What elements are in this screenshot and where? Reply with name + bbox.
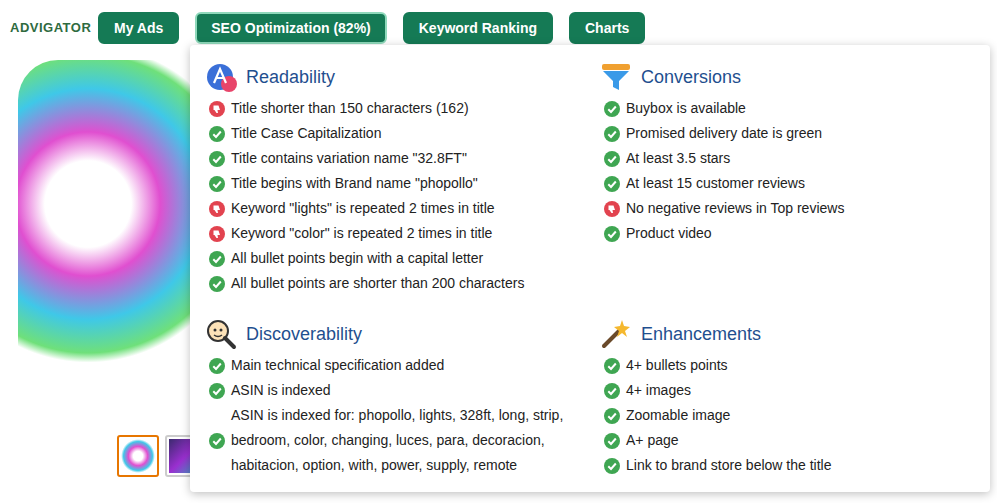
nav-tab[interactable]: Keyword Ranking (403, 12, 553, 44)
check-item-text: Title contains variation name "32.8FT" (231, 146, 467, 171)
check-icon (604, 101, 620, 117)
check-item-text: Main technical specification added (231, 353, 444, 378)
check-item-text: Link to brand store below the title (626, 453, 831, 478)
check-item-text: Title Case Capitalization (231, 121, 381, 146)
check-item: Keyword "lights" is repeated 2 times in … (205, 196, 600, 221)
nav-tab[interactable]: SEO Optimization (82%) (195, 12, 386, 44)
section-title: Enhancements (641, 321, 761, 348)
section: Readability Title shorter than 150 charac… (205, 61, 600, 296)
check-icon (604, 458, 620, 474)
check-item: Main technical specification added (205, 353, 600, 378)
check-item: A+ page (600, 428, 990, 453)
check-item-text: Title shorter than 150 characters (162) (231, 96, 469, 121)
check-icon (604, 226, 620, 242)
nav-tab-label: SEO Optimization (82%) (211, 18, 370, 39)
nav-tab[interactable]: Charts (569, 12, 645, 44)
thumbs-down-icon (209, 201, 225, 217)
thumbs-down-icon (604, 201, 620, 217)
check-item-text: Keyword "color" is repeated 2 times in t… (231, 221, 492, 246)
readability-icon (205, 61, 237, 93)
thumbnail[interactable] (117, 435, 159, 477)
check-item: Buybox is available (600, 96, 990, 121)
thumbnail-image (121, 439, 155, 473)
check-item-text: 4+ images (626, 378, 691, 403)
nav-tab-label: Charts (585, 18, 629, 39)
section: Enhancements 4+ bullets points4+ imagesZo… (600, 318, 990, 478)
check-icon (209, 276, 225, 292)
check-item: At least 15 customer reviews (600, 171, 990, 196)
thumbs-down-icon (209, 101, 225, 117)
check-item: ASIN is indexed for: phopollo, lights, 3… (205, 403, 600, 478)
discoverability-icon (205, 318, 237, 350)
conversions-icon (600, 61, 632, 93)
check-item: Zoomable image (600, 403, 990, 428)
nav-tab-label: Keyword Ranking (419, 18, 537, 39)
check-icon (209, 251, 225, 267)
check-icon (604, 408, 620, 424)
check-item: At least 3.5 stars (600, 146, 990, 171)
seo-panel: Readability Title shorter than 150 charac… (190, 45, 990, 492)
check-item-text: All bullet points begin with a capital l… (231, 246, 483, 271)
section-title: Discoverability (246, 321, 362, 348)
check-icon (604, 151, 620, 167)
check-item-text: Keyword "lights" is repeated 2 times in … (231, 196, 495, 221)
check-icon (209, 151, 225, 167)
check-item-text: Zoomable image (626, 403, 730, 428)
check-icon (209, 358, 225, 374)
check-icon (604, 176, 620, 192)
check-item: 4+ images (600, 378, 990, 403)
check-item: Title Case Capitalization (205, 121, 600, 146)
check-item: 4+ bullets points (600, 353, 990, 378)
check-item-text: At least 15 customer reviews (626, 171, 805, 196)
check-item-text: 4+ bullets points (626, 353, 728, 378)
enhancements-icon (600, 318, 632, 350)
product-image[interactable] (18, 60, 193, 420)
section: Discoverability Main technical specificat… (205, 318, 600, 478)
check-item: Title shorter than 150 characters (162) (205, 96, 600, 121)
check-item-text: ASIN is indexed for: phopollo, lights, 3… (231, 403, 581, 478)
check-item-text: Buybox is available (626, 96, 746, 121)
check-item-text: Title begins with Brand name "phopollo" (231, 171, 478, 196)
check-icon (209, 433, 225, 449)
check-item: All bullet points are shorter than 200 c… (205, 271, 600, 296)
section-title: Conversions (641, 64, 741, 91)
section-title: Readability (246, 64, 335, 91)
logo[interactable]: ADVIGATOR (10, 18, 82, 38)
check-icon (209, 126, 225, 142)
check-item-text: No negative reviews in Top reviews (626, 196, 844, 221)
check-item-text: All bullet points are shorter than 200 c… (231, 271, 524, 296)
check-item-text: Product video (626, 221, 712, 246)
check-icon (604, 358, 620, 374)
section-header: Readability (205, 61, 600, 93)
check-icon (604, 433, 620, 449)
section-header: Enhancements (600, 318, 990, 350)
check-item-text: ASIN is indexed (231, 378, 331, 403)
check-item: Keyword "color" is repeated 2 times in t… (205, 221, 600, 246)
check-icon (209, 176, 225, 192)
check-item: No negative reviews in Top reviews (600, 196, 990, 221)
section: Conversions Buybox is availablePromised d… (600, 61, 990, 296)
check-item: Title begins with Brand name "phopollo" (205, 171, 600, 196)
nav-tab-label: My Ads (114, 18, 163, 39)
check-item-text: At least 3.5 stars (626, 146, 730, 171)
check-item: Title contains variation name "32.8FT" (205, 146, 600, 171)
check-icon (604, 383, 620, 399)
nav-tab[interactable]: My Ads (98, 12, 179, 44)
check-icon (209, 383, 225, 399)
check-item: All bullet points begin with a capital l… (205, 246, 600, 271)
check-item-text: A+ page (626, 428, 679, 453)
check-item: ASIN is indexed (205, 378, 600, 403)
section-header: Conversions (600, 61, 990, 93)
thumbs-down-icon (209, 226, 225, 242)
check-item: Promised delivery date is green (600, 121, 990, 146)
check-item: Link to brand store below the title (600, 453, 990, 478)
check-icon (604, 126, 620, 142)
section-header: Discoverability (205, 318, 600, 350)
check-item-text: Promised delivery date is green (626, 121, 822, 146)
check-item: Product video (600, 221, 990, 246)
